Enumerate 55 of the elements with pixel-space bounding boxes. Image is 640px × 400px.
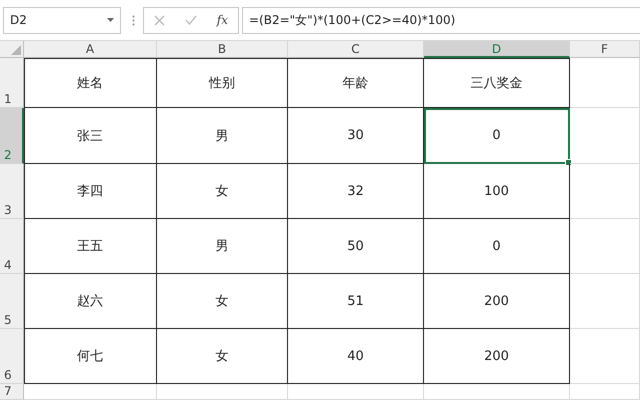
row-header[interactable]: 5 bbox=[0, 274, 24, 329]
table-cell[interactable]: 40 bbox=[288, 329, 424, 384]
dropdown-icon bbox=[107, 18, 114, 22]
column-header[interactable]: B bbox=[157, 41, 288, 58]
table-cell[interactable]: 李四 bbox=[24, 164, 157, 219]
row-header[interactable]: 2 bbox=[0, 108, 24, 164]
table-cell[interactable]: 三八奖金 bbox=[424, 58, 570, 108]
empty-cell[interactable] bbox=[570, 274, 640, 329]
table-cell[interactable]: 男 bbox=[157, 108, 288, 164]
column-header[interactable]: D bbox=[424, 41, 570, 58]
row-header[interactable]: 4 bbox=[0, 219, 24, 274]
table-cell[interactable]: 赵六 bbox=[24, 274, 157, 329]
table-cell[interactable]: 性别 bbox=[157, 58, 288, 108]
table-cell[interactable]: 51 bbox=[288, 274, 424, 329]
empty-cell[interactable] bbox=[570, 108, 640, 164]
row-header[interactable]: 6 bbox=[0, 329, 24, 384]
empty-cell[interactable] bbox=[570, 329, 640, 384]
select-all-icon[interactable] bbox=[11, 45, 21, 55]
table-cell[interactable]: 男 bbox=[157, 219, 288, 274]
table-cell[interactable]: 200 bbox=[424, 329, 570, 384]
table-cell[interactable]: 女 bbox=[157, 164, 288, 219]
column-header[interactable]: C bbox=[288, 41, 424, 58]
table-cell[interactable]: 0 bbox=[424, 219, 570, 274]
table-cell[interactable]: 0 bbox=[424, 108, 570, 164]
row-header[interactable]: 7 bbox=[0, 384, 24, 400]
cancel-icon[interactable] bbox=[154, 14, 165, 26]
table-cell[interactable]: 200 bbox=[424, 274, 570, 329]
table-cell[interactable]: 30 bbox=[288, 108, 424, 164]
insert-function-button[interactable]: fx bbox=[216, 13, 228, 27]
empty-cell[interactable] bbox=[157, 384, 288, 400]
table-cell[interactable]: 姓名 bbox=[24, 58, 157, 108]
name-box[interactable]: D2 bbox=[3, 6, 121, 34]
empty-cell[interactable] bbox=[288, 384, 424, 400]
table-cell[interactable]: 张三 bbox=[24, 108, 157, 164]
check-icon[interactable] bbox=[184, 15, 197, 25]
empty-cell[interactable] bbox=[570, 58, 640, 108]
row-header[interactable]: 3 bbox=[0, 164, 24, 219]
table-cell[interactable]: 年龄 bbox=[288, 58, 424, 108]
column-header[interactable]: F bbox=[570, 41, 640, 58]
empty-cell[interactable] bbox=[570, 384, 640, 400]
empty-cell[interactable] bbox=[570, 164, 640, 219]
empty-cell[interactable] bbox=[424, 384, 570, 400]
fill-handle[interactable] bbox=[565, 159, 572, 166]
table-cell[interactable]: 100 bbox=[424, 164, 570, 219]
table-cell[interactable]: 女 bbox=[157, 329, 288, 384]
table-cell[interactable]: 王五 bbox=[24, 219, 157, 274]
table-cell[interactable]: 何七 bbox=[24, 329, 157, 384]
table-cell[interactable]: 女 bbox=[157, 274, 288, 329]
formula-field[interactable]: =(B2="女")*(100+(C2>=40)*100) bbox=[242, 6, 640, 34]
table-cell[interactable]: 50 bbox=[288, 219, 424, 274]
row-header[interactable]: 1 bbox=[0, 58, 24, 108]
drag-handle-icon[interactable] bbox=[132, 14, 135, 26]
empty-cell[interactable] bbox=[570, 219, 640, 274]
column-header[interactable]: A bbox=[24, 41, 157, 58]
table-cell[interactable]: 32 bbox=[288, 164, 424, 219]
